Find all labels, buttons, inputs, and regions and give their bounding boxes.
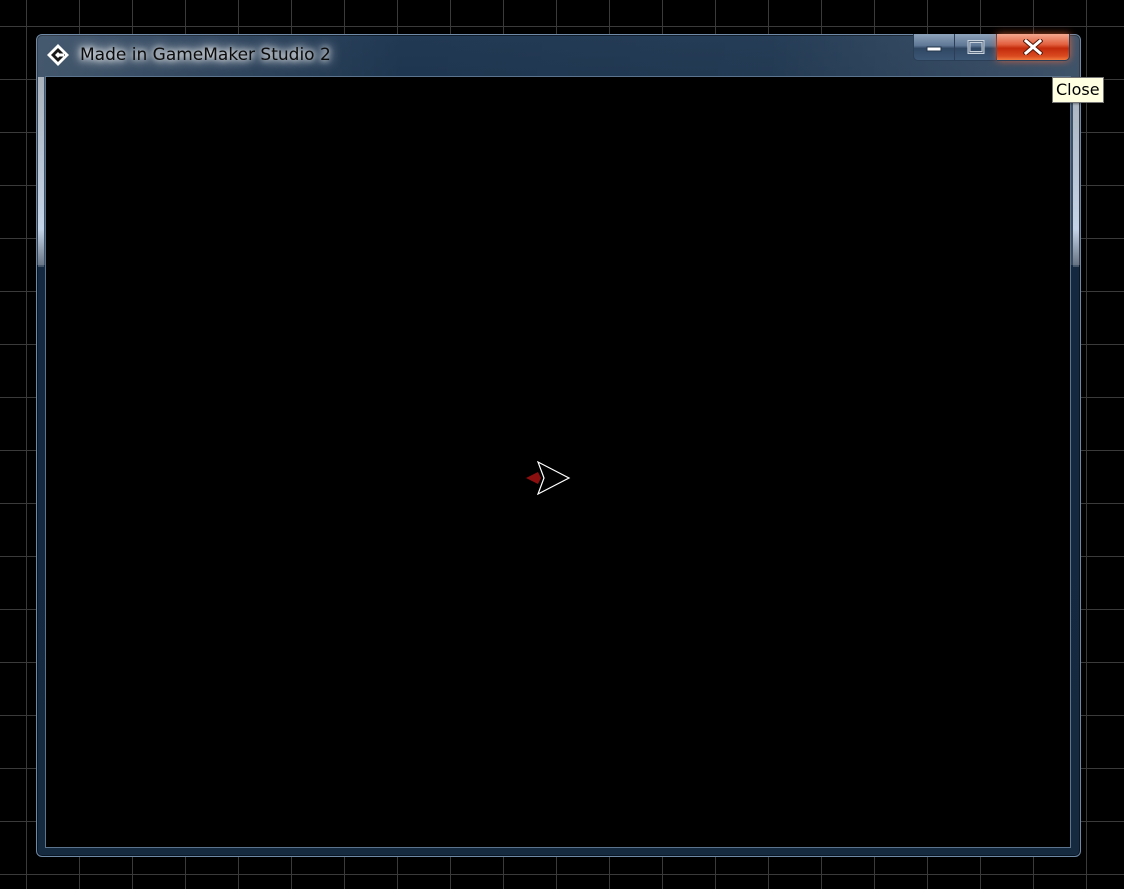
minimize-icon — [926, 42, 942, 52]
window-frame-glow-right — [1073, 77, 1079, 267]
maximize-icon — [967, 40, 985, 54]
window-title: Made in GameMaker Studio 2 — [80, 45, 331, 65]
arrow-ship-icon — [526, 460, 572, 499]
close-icon — [1023, 39, 1043, 55]
caption-buttons — [913, 34, 1070, 62]
close-tooltip: Close — [1052, 77, 1104, 103]
game-window: Made in GameMaker Studio 2 — [36, 34, 1081, 857]
window-frame-glow-left — [38, 77, 44, 267]
close-button[interactable] — [997, 34, 1070, 61]
maximize-button[interactable] — [955, 34, 997, 61]
gamemaker-icon[interactable] — [47, 44, 69, 66]
game-canvas[interactable] — [45, 76, 1071, 848]
minimize-button[interactable] — [913, 34, 955, 61]
